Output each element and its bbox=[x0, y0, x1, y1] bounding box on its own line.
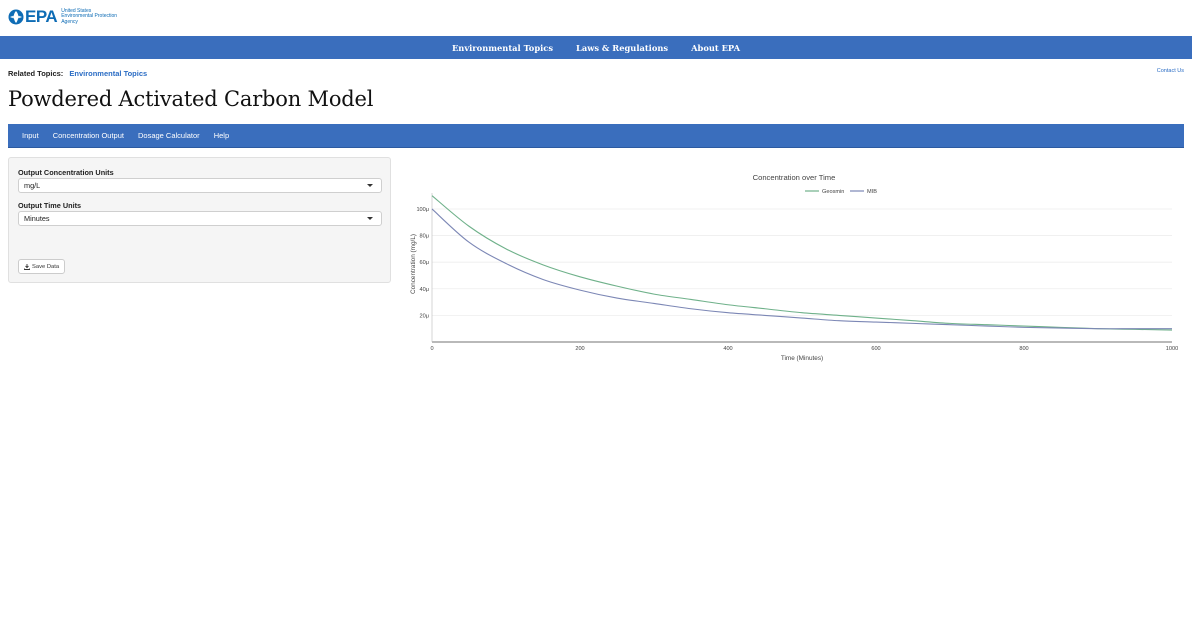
conc-units-select[interactable]: mg/L bbox=[18, 178, 382, 193]
logo-wordmark: EPA bbox=[25, 7, 58, 26]
related-topics-link[interactable]: Environmental Topics bbox=[69, 69, 147, 78]
nav-about-epa[interactable]: About EPA bbox=[691, 43, 740, 53]
tab-help[interactable]: Help bbox=[214, 131, 229, 140]
nav-laws-regulations[interactable]: Laws & Regulations bbox=[576, 43, 668, 53]
save-data-button[interactable]: Save Data bbox=[18, 259, 66, 274]
tab-concentration-output[interactable]: Concentration Output bbox=[53, 131, 124, 140]
time-units-select[interactable]: Minutes bbox=[18, 211, 382, 226]
epa-flower-icon bbox=[8, 9, 24, 25]
related-topics: Related Topics: Environmental Topics bbox=[8, 69, 147, 78]
save-data-label: Save Data bbox=[32, 263, 60, 270]
y-tick-label: 40μ bbox=[420, 287, 429, 293]
x-tick-label: 0 bbox=[430, 346, 433, 352]
contact-us-link[interactable]: Contact Us bbox=[1157, 68, 1184, 74]
conc-units-label: Output Concentration Units bbox=[18, 168, 114, 177]
y-tick-label: 60μ bbox=[420, 260, 429, 266]
tab-input[interactable]: Input bbox=[22, 131, 39, 140]
download-icon bbox=[24, 263, 30, 270]
legend-label: Geosmin bbox=[822, 189, 844, 195]
y-axis-label: Concentration (mg/L) bbox=[410, 234, 417, 294]
page-title: Powdered Activated Carbon Model bbox=[8, 87, 374, 111]
x-tick-label: 600 bbox=[871, 346, 880, 352]
conc-units-value: mg/L bbox=[24, 181, 41, 190]
site-header: EPA United States Environmental Protecti… bbox=[0, 0, 1192, 36]
time-units-value: Minutes bbox=[24, 214, 50, 223]
x-tick-label: 200 bbox=[575, 346, 584, 352]
output-options-panel: Output Concentration Units mg/L Output T… bbox=[8, 157, 391, 283]
chevron-down-icon bbox=[367, 217, 373, 220]
nav-environmental-topics[interactable]: Environmental Topics bbox=[452, 43, 553, 53]
x-tick-label: 400 bbox=[723, 346, 732, 352]
chart-svg: Concentration over Time 20μ 40μ 60μ 80μ 100μ… bbox=[410, 173, 1178, 362]
logo-subtitle: United States Environmental Protection A… bbox=[61, 8, 118, 25]
series-line-geosmin bbox=[431, 195, 1173, 331]
x-tick-label: 800 bbox=[1019, 346, 1028, 352]
epa-logo[interactable]: EPA United States Environmental Protecti… bbox=[8, 7, 121, 26]
tab-dosage-calculator[interactable]: Dosage Calculator bbox=[138, 131, 200, 140]
concentration-chart: Concentration over Time 20μ 40μ 60μ 80μ 100μ… bbox=[400, 160, 1190, 370]
time-units-label: Output Time Units bbox=[18, 201, 82, 210]
legend-label: MIB bbox=[867, 189, 877, 195]
x-tick-label: 1000 bbox=[1166, 346, 1178, 352]
chevron-down-icon bbox=[367, 184, 373, 187]
x-axis-label: Time (Minutes) bbox=[781, 355, 823, 362]
y-tick-label: 100μ bbox=[416, 207, 429, 213]
y-tick-label: 20μ bbox=[420, 313, 429, 319]
related-topics-label: Related Topics: bbox=[8, 69, 64, 78]
y-tick-label: 80μ bbox=[420, 234, 429, 240]
series-line-mib bbox=[431, 208, 1172, 330]
top-nav: Environmental Topics Laws & Regulations … bbox=[0, 36, 1192, 59]
chart-title: Concentration over Time bbox=[753, 173, 836, 182]
app-tab-bar: Input Concentration Output Dosage Calcul… bbox=[8, 124, 1184, 148]
